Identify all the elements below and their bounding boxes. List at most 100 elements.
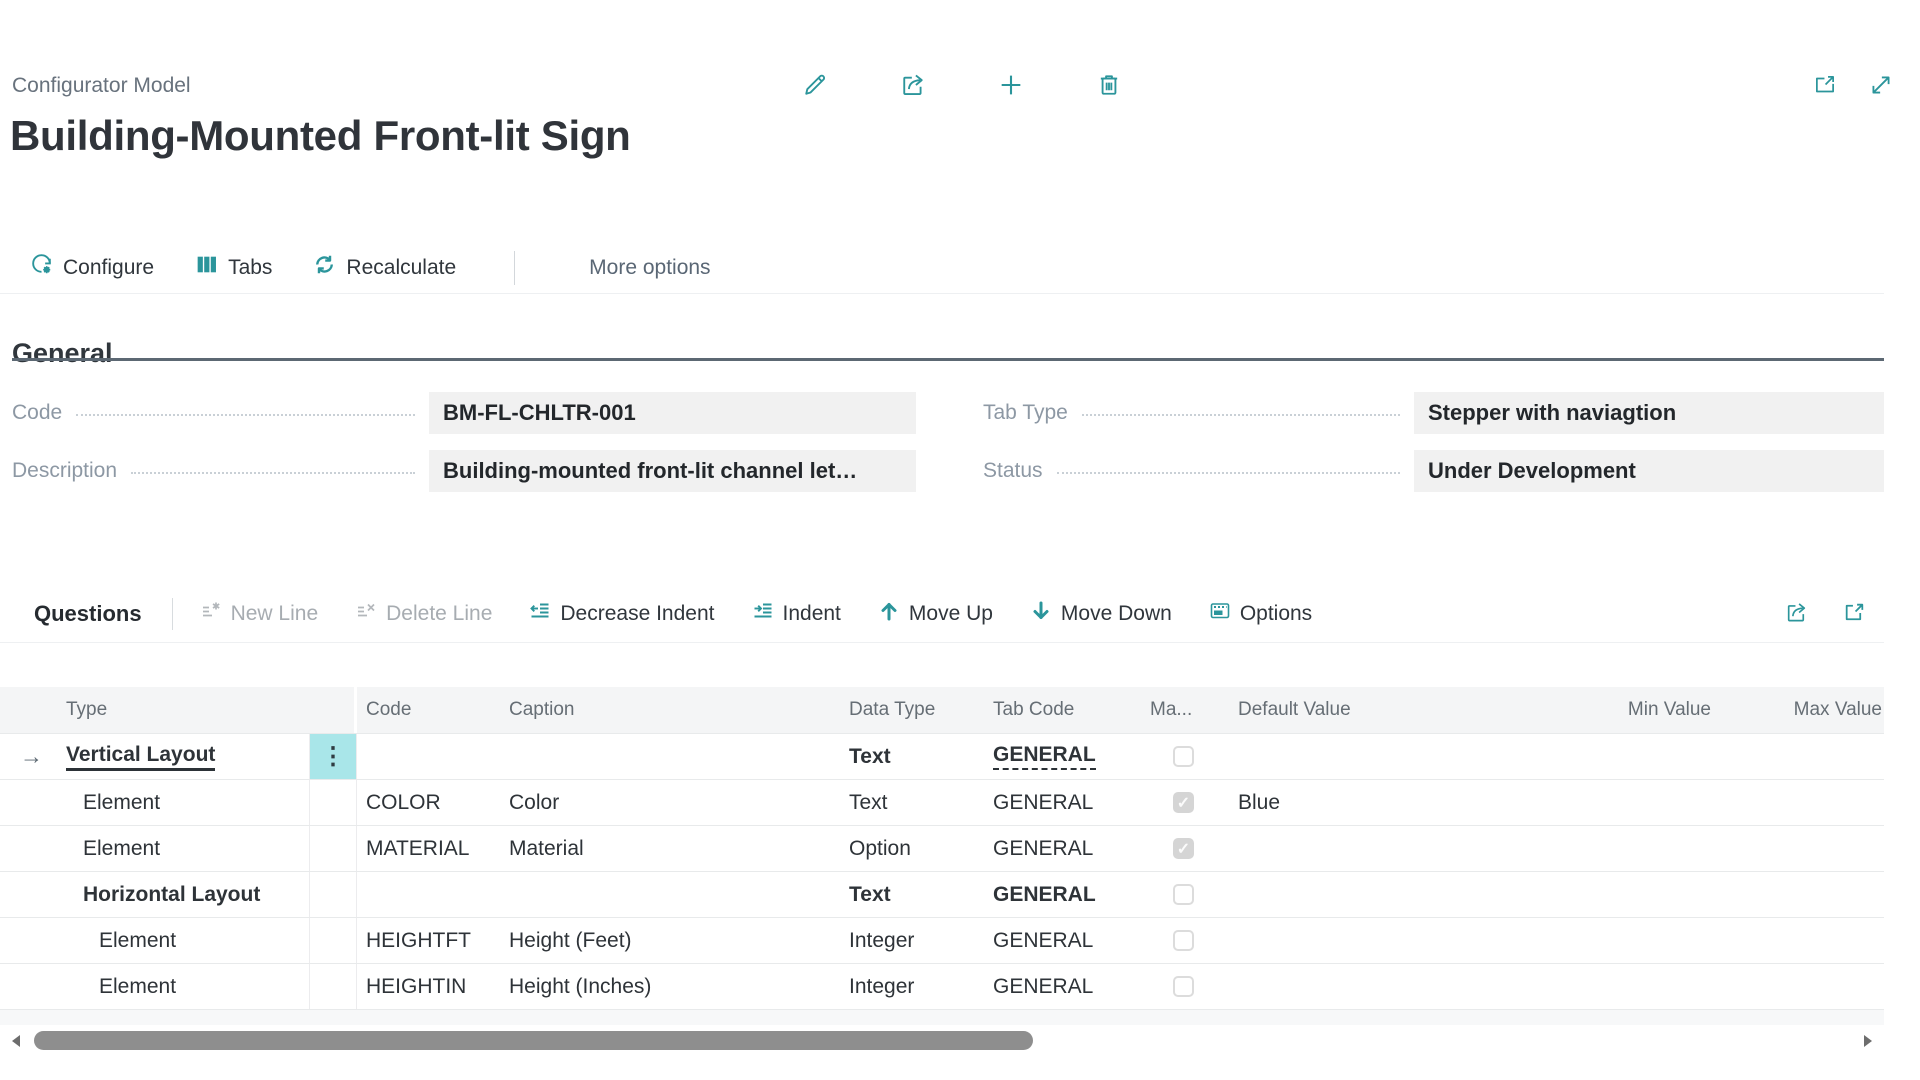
description-input[interactable]: Building-mounted front-lit channel let…: [429, 450, 916, 492]
column-header-type[interactable]: Type: [48, 687, 309, 733]
cell-min-value[interactable]: [1420, 734, 1713, 779]
cell-default-value[interactable]: [1230, 872, 1420, 917]
cell-caption[interactable]: Height (Feet): [500, 918, 845, 963]
cell-tab-code[interactable]: GENERAL: [989, 964, 1137, 1009]
cell-min-value[interactable]: [1420, 872, 1713, 917]
share-list-button[interactable]: [1782, 600, 1810, 628]
tab-type-input[interactable]: Stepper with naviagtion: [1414, 392, 1884, 434]
mandatory-checkbox[interactable]: ✓: [1173, 792, 1194, 813]
column-header-code[interactable]: Code: [357, 687, 500, 733]
row-gutter: [0, 918, 48, 963]
column-header-caption[interactable]: Caption: [500, 687, 845, 733]
scroll-right-arrow-icon[interactable]: [1864, 1035, 1872, 1047]
cell-data-type[interactable]: Text: [845, 734, 989, 779]
cell-default-value[interactable]: [1230, 918, 1420, 963]
options-button[interactable]: Options: [1208, 599, 1312, 629]
table-row[interactable]: Horizontal Layout Text GENERAL ✓: [0, 872, 1884, 918]
cell-min-value[interactable]: [1420, 780, 1713, 825]
move-down-button[interactable]: Move Down: [1029, 599, 1172, 629]
cell-tab-code[interactable]: GENERAL: [989, 780, 1137, 825]
mandatory-checkbox[interactable]: ✓: [1173, 884, 1194, 905]
cell-max-value[interactable]: [1713, 918, 1884, 963]
expand-page-button[interactable]: [1866, 71, 1896, 101]
new-line-button[interactable]: New Line: [199, 599, 319, 629]
cell-type[interactable]: Element: [48, 964, 309, 1009]
scrollbar-thumb[interactable]: [34, 1031, 1033, 1050]
new-button[interactable]: [994, 69, 1028, 103]
cell-caption[interactable]: Height (Inches): [500, 964, 845, 1009]
cell-max-value[interactable]: [1713, 734, 1884, 779]
general-section-header[interactable]: General: [12, 338, 113, 369]
cell-max-value[interactable]: [1713, 826, 1884, 871]
table-row[interactable]: Element HEIGHTFT Height (Feet) Integer G…: [0, 918, 1884, 964]
cell-type[interactable]: Element: [48, 918, 309, 963]
edit-button[interactable]: [798, 69, 832, 103]
code-input[interactable]: BM-FL-CHLTR-001: [429, 392, 916, 434]
cell-type[interactable]: Element: [48, 826, 309, 871]
status-input[interactable]: Under Development: [1414, 450, 1884, 492]
mandatory-checkbox[interactable]: ✓: [1173, 746, 1194, 767]
mandatory-checkbox[interactable]: ✓: [1173, 838, 1194, 859]
indent-button[interactable]: Indent: [751, 599, 841, 629]
column-header-max-value[interactable]: Max Value: [1713, 687, 1884, 733]
table-row[interactable]: → Vertical Layout ⋮ Text GENERAL ✓: [0, 734, 1884, 780]
table-row[interactable]: Element COLOR Color Text GENERAL ✓ Blue: [0, 780, 1884, 826]
cell-tab-code[interactable]: GENERAL: [989, 734, 1137, 779]
cell-type[interactable]: Horizontal Layout: [48, 872, 309, 917]
cell-code[interactable]: [357, 734, 500, 779]
cell-data-type[interactable]: Option: [845, 826, 989, 871]
cell-type[interactable]: Vertical Layout: [48, 734, 309, 779]
cell-code[interactable]: COLOR: [357, 780, 500, 825]
recalculate-button[interactable]: Recalculate: [312, 252, 456, 283]
more-options-button[interactable]: More options: [583, 255, 716, 281]
column-header-min-value[interactable]: Min Value: [1420, 687, 1713, 733]
delete-line-button[interactable]: Delete Line: [354, 599, 492, 629]
cell-max-value[interactable]: [1713, 780, 1884, 825]
cell-data-type[interactable]: Text: [845, 872, 989, 917]
tabs-button[interactable]: Tabs: [194, 252, 272, 283]
cell-default-value[interactable]: [1230, 964, 1420, 1009]
cell-code[interactable]: MATERIAL: [357, 826, 500, 871]
table-row[interactable]: Element MATERIAL Material Option GENERAL…: [0, 826, 1884, 872]
share-button[interactable]: [896, 69, 930, 103]
cell-type[interactable]: Element: [48, 780, 309, 825]
cell-min-value[interactable]: [1420, 964, 1713, 1009]
cell-data-type[interactable]: Integer: [845, 918, 989, 963]
cell-data-type[interactable]: Text: [845, 780, 989, 825]
cell-max-value[interactable]: [1713, 964, 1884, 1009]
cell-min-value[interactable]: [1420, 826, 1713, 871]
cell-code[interactable]: HEIGHTFT: [357, 918, 500, 963]
row-menu-cell[interactable]: ⋮: [309, 734, 357, 779]
cell-max-value[interactable]: [1713, 872, 1884, 917]
cell-caption[interactable]: [500, 872, 845, 917]
open-list-in-new-window-button[interactable]: [1840, 600, 1868, 628]
column-header-default-value[interactable]: Default Value: [1230, 687, 1420, 733]
cell-tab-code[interactable]: GENERAL: [989, 872, 1137, 917]
cell-caption[interactable]: Material: [500, 826, 845, 871]
mandatory-checkbox[interactable]: ✓: [1173, 930, 1194, 951]
cell-caption[interactable]: Color: [500, 780, 845, 825]
column-header-mandatory[interactable]: Ma...: [1137, 687, 1230, 733]
cell-tab-code[interactable]: GENERAL: [989, 826, 1137, 871]
cell-default-value[interactable]: [1230, 826, 1420, 871]
cell-code[interactable]: [357, 872, 500, 917]
cell-data-type[interactable]: Integer: [845, 964, 989, 1009]
mandatory-checkbox[interactable]: ✓: [1173, 976, 1194, 997]
cell-default-value[interactable]: [1230, 734, 1420, 779]
table-row[interactable]: Element HEIGHTIN Height (Inches) Integer…: [0, 964, 1884, 1010]
scroll-left-arrow-icon[interactable]: [12, 1035, 20, 1047]
cell-min-value[interactable]: [1420, 918, 1713, 963]
column-header-data-type[interactable]: Data Type: [845, 687, 989, 733]
cell-default-value[interactable]: Blue: [1230, 780, 1420, 825]
move-up-button[interactable]: Move Up: [877, 599, 993, 629]
open-in-new-window-button[interactable]: [1810, 71, 1840, 101]
configure-button[interactable]: Configure: [29, 252, 154, 283]
decrease-indent-button[interactable]: Decrease Indent: [528, 599, 714, 629]
delete-button[interactable]: [1092, 69, 1126, 103]
column-header-tab-code[interactable]: Tab Code: [989, 687, 1137, 733]
cell-tab-code[interactable]: GENERAL: [989, 918, 1137, 963]
cell-code[interactable]: HEIGHTIN: [357, 964, 500, 1009]
cell-caption[interactable]: [500, 734, 845, 779]
horizontal-scrollbar[interactable]: [0, 1025, 1884, 1059]
row-gutter: [0, 826, 48, 871]
